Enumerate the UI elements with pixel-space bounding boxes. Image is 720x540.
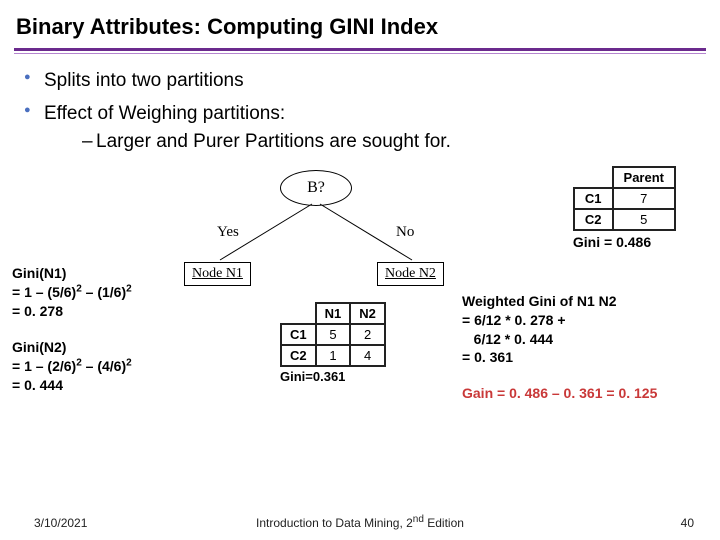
- sub-bullet-text: Larger and Purer Partitions are sought f…: [96, 131, 451, 152]
- gain-formula: Gain = 0. 486 – 0. 361 = 0. 125: [462, 384, 657, 403]
- weighted-l2: = 6/12 * 0. 278 +: [462, 312, 566, 328]
- gini-n1-l3: = 0. 278: [12, 303, 63, 319]
- sub-bullet: –Larger and Purer Partitions are sought …: [44, 129, 698, 156]
- gini-n2-l3: = 0. 444: [12, 377, 63, 393]
- bullet-list: Splits into two partitions Effect of Wei…: [22, 68, 698, 156]
- bullet-splits: Splits into two partitions: [22, 68, 698, 95]
- footer-page: 40: [681, 516, 694, 530]
- gini-n2-l2a: = 1 – (2/6): [12, 358, 76, 374]
- edge-label-no: No: [396, 224, 414, 241]
- parent-c2-val: 5: [613, 209, 675, 230]
- split-gini: Gini=0.361: [280, 369, 386, 384]
- split-c1-n2: 2: [350, 324, 385, 345]
- parent-c1-label: C1: [574, 188, 613, 209]
- split-c2-n2: 4: [350, 345, 385, 366]
- page-title: Binary Attributes: Computing GINI Index: [0, 0, 720, 48]
- split-c2-n1: 1: [316, 345, 351, 366]
- weighted-l4: = 0. 361: [462, 349, 513, 365]
- weighted-gini: Weighted Gini of N1 N2 = 6/12 * 0. 278 +…: [462, 292, 617, 368]
- tree-root: B?: [280, 170, 352, 206]
- split-c1-label: C1: [281, 324, 316, 345]
- gini-n1-l2a: = 1 – (5/6): [12, 284, 76, 300]
- slide-body: Splits into two partitions Effect of Wei…: [0, 54, 720, 466]
- gini-n2-l1: Gini(N2): [12, 339, 66, 355]
- split-table: N1N2 C152 C214 Gini=0.361: [280, 302, 386, 384]
- tree-edges: [172, 202, 462, 262]
- sup2-icon: 2: [126, 357, 132, 368]
- weighted-l1: Weighted Gini of N1 N2: [462, 293, 617, 309]
- parent-table: Parent C17 C25 Gini = 0.486: [573, 166, 676, 250]
- gini-n1-formula: Gini(N1) = 1 – (5/6)2 – (1/6)2 = 0. 278: [12, 264, 132, 321]
- split-h-n2: N2: [350, 303, 385, 324]
- footer-title: Introduction to Data Mining, 2nd Edition: [0, 516, 720, 530]
- node-n1: Node N1: [184, 262, 251, 286]
- footer-mid-sup: nd: [413, 514, 424, 525]
- split-c2-label: C2: [281, 345, 316, 366]
- node-n2: Node N2: [377, 262, 444, 286]
- parent-c1-val: 7: [613, 188, 675, 209]
- footer-mid-post: Edition: [424, 516, 464, 530]
- bullet-weighing-text: Effect of Weighing partitions:: [44, 103, 285, 124]
- edge-label-yes: Yes: [217, 224, 239, 241]
- gini-n2-l2b: – (4/6): [82, 358, 126, 374]
- parent-c2-label: C2: [574, 209, 613, 230]
- footer-mid-pre: Introduction to Data Mining, 2: [256, 516, 413, 530]
- sup2-icon: 2: [126, 283, 132, 294]
- split-c1-n1: 5: [316, 324, 351, 345]
- parent-gini: Gini = 0.486: [573, 234, 676, 250]
- gini-n2-formula: Gini(N2) = 1 – (2/6)2 – (4/6)2 = 0. 444: [12, 338, 132, 395]
- parent-header: Parent: [613, 167, 675, 188]
- split-h-n1: N1: [316, 303, 351, 324]
- gini-n1-l2b: – (1/6): [82, 284, 126, 300]
- gini-n1-l1: Gini(N1): [12, 265, 66, 281]
- weighted-l3: 6/12 * 0. 444: [462, 331, 553, 347]
- bullet-weighing: Effect of Weighing partitions: –Larger a…: [22, 101, 698, 156]
